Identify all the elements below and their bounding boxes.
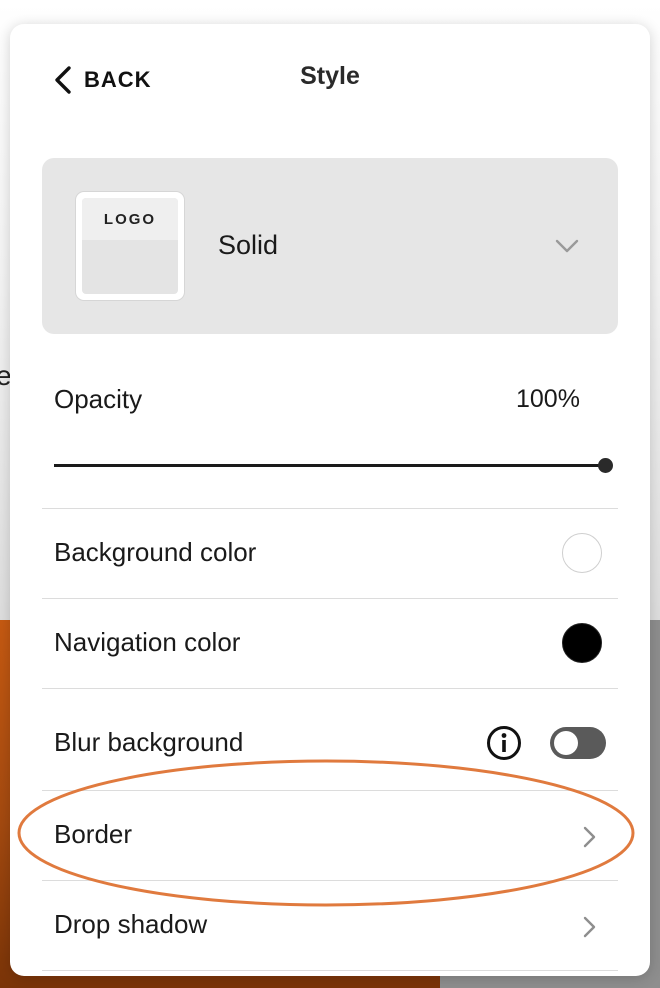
drop-shadow-row[interactable]: Drop shadow bbox=[42, 880, 618, 971]
opacity-value: 100% bbox=[516, 385, 580, 413]
opacity-label: Opacity bbox=[54, 384, 143, 414]
blur-background-toggle[interactable] bbox=[550, 727, 606, 759]
background-color-label: Background color bbox=[54, 537, 257, 567]
style-select-value: Solid bbox=[218, 230, 279, 260]
header-style-select[interactable]: LOGO Solid bbox=[42, 158, 618, 334]
navigation-color-label: Navigation color bbox=[54, 627, 241, 657]
border-label: Border bbox=[54, 819, 133, 849]
opacity-slider-fill bbox=[54, 464, 606, 467]
navigation-color-swatch[interactable] bbox=[562, 623, 602, 663]
background-color-row[interactable]: Background color bbox=[42, 508, 618, 599]
blur-background-label: Blur background bbox=[54, 727, 244, 757]
toggle-knob bbox=[554, 731, 578, 755]
panel-header: BACK Style bbox=[10, 24, 650, 134]
style-thumbnail: LOGO bbox=[76, 192, 184, 300]
info-icon[interactable] bbox=[486, 725, 522, 761]
thumbnail-logo-text: LOGO bbox=[103, 210, 157, 228]
chevron-right-icon bbox=[583, 916, 596, 938]
panel-title: Style bbox=[300, 62, 360, 90]
style-panel: BACK Style LOGO Solid Opacity 100% Backg… bbox=[10, 24, 650, 976]
style-thumbnail-preview: LOGO bbox=[82, 198, 178, 294]
chevron-right-icon bbox=[583, 826, 596, 848]
style-thumbnail-header: LOGO bbox=[82, 198, 178, 240]
chevron-down-icon bbox=[555, 239, 579, 253]
blur-background-row: Blur background bbox=[42, 688, 618, 791]
opacity-slider[interactable] bbox=[54, 454, 613, 476]
drop-shadow-label: Drop shadow bbox=[54, 909, 208, 939]
panel-bottom-divider bbox=[42, 970, 618, 976]
background-color-swatch[interactable] bbox=[562, 533, 602, 573]
navigation-color-row[interactable]: Navigation color bbox=[42, 598, 618, 689]
opacity-slider-thumb[interactable] bbox=[598, 458, 613, 473]
border-row[interactable]: Border bbox=[42, 790, 618, 881]
